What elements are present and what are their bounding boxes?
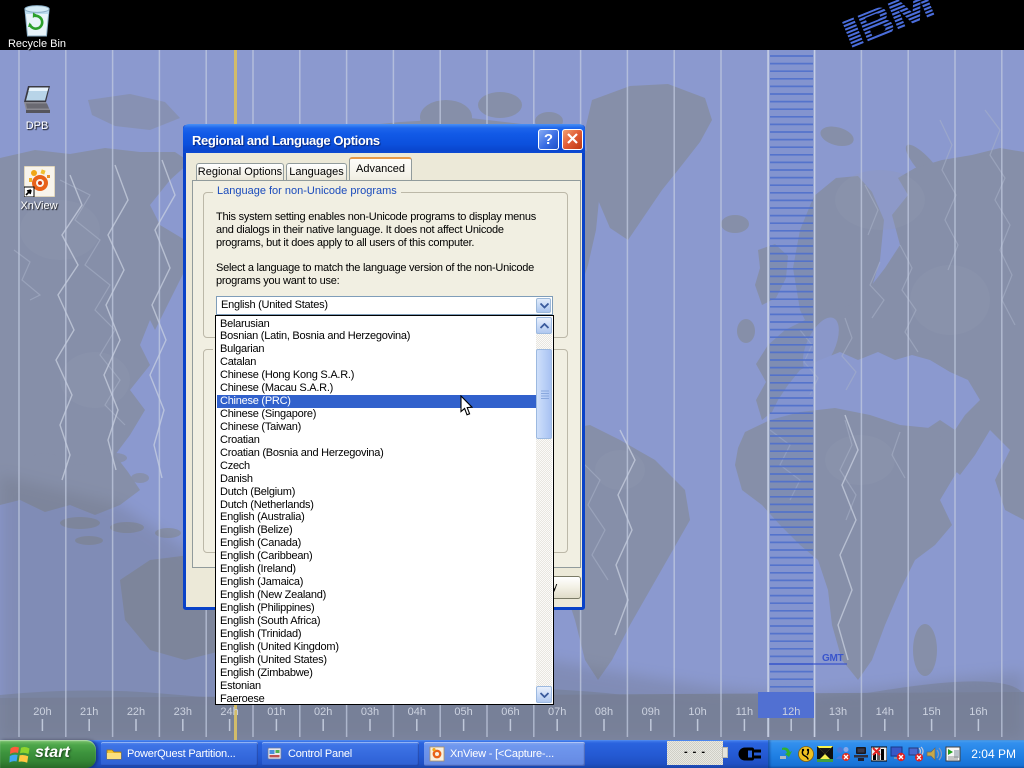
svg-text:05h: 05h	[454, 706, 472, 718]
svg-text:07h: 07h	[548, 706, 566, 718]
svg-text:22h: 22h	[127, 706, 145, 718]
svg-text:24h: 24h	[220, 706, 238, 718]
svg-text:04h: 04h	[408, 706, 426, 718]
svg-text:03h: 03h	[361, 706, 379, 718]
svg-text:08h: 08h	[595, 706, 613, 718]
svg-text:GMT: GMT	[822, 653, 844, 664]
svg-text:15h: 15h	[922, 706, 940, 718]
svg-text:02h: 02h	[314, 706, 332, 718]
svg-text:09h: 09h	[642, 706, 660, 718]
svg-text:14h: 14h	[876, 706, 894, 718]
svg-text:21h: 21h	[80, 706, 98, 718]
svg-text:23h: 23h	[174, 706, 192, 718]
svg-text:20h: 20h	[33, 706, 51, 718]
svg-text:13h: 13h	[829, 706, 847, 718]
svg-text:12h: 12h	[782, 706, 800, 718]
svg-text:16h: 16h	[969, 706, 987, 718]
svg-text:10h: 10h	[688, 706, 706, 718]
svg-text:11h: 11h	[736, 706, 754, 718]
svg-text:01h: 01h	[267, 706, 285, 718]
svg-text:06h: 06h	[501, 706, 519, 718]
